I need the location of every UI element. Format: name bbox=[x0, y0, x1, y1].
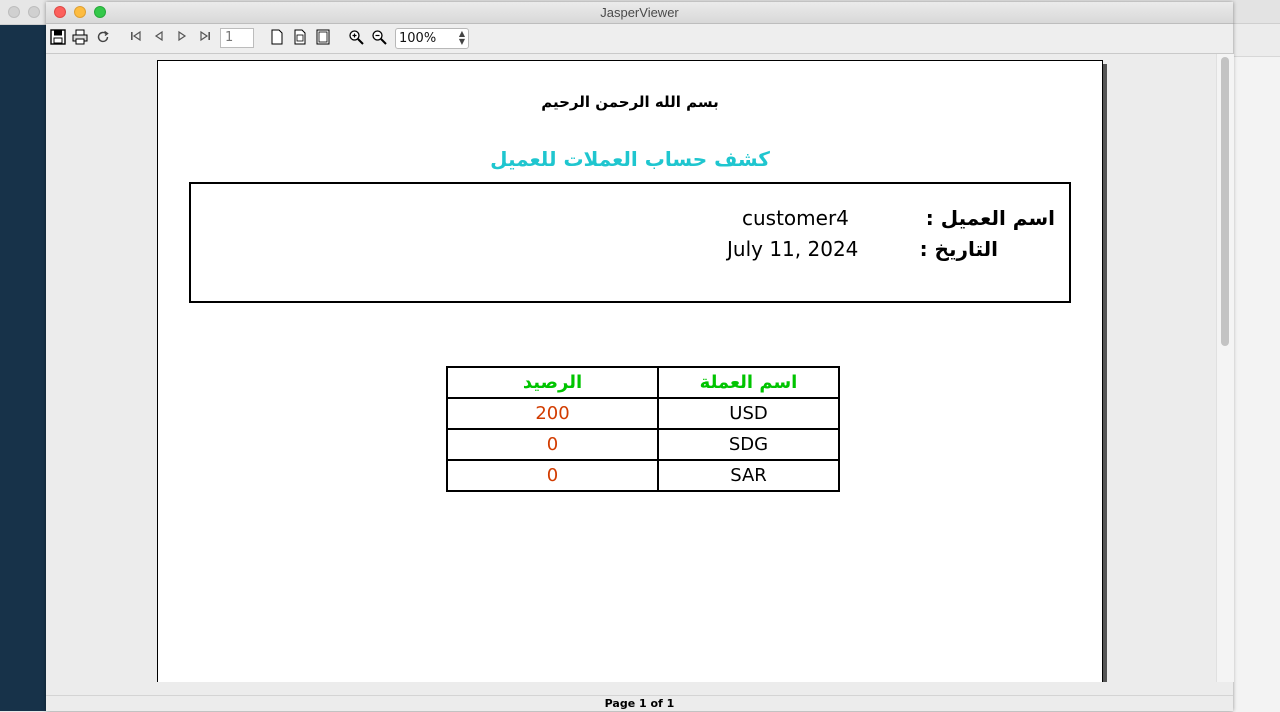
first-page-icon bbox=[131, 30, 141, 42]
currency-cell: USD bbox=[657, 397, 840, 430]
fit-width-button[interactable] bbox=[314, 29, 332, 47]
last-page-icon bbox=[200, 30, 210, 42]
balance-cell: 0 bbox=[446, 459, 659, 492]
table-row: 200 USD bbox=[446, 397, 840, 430]
zoom-in-button[interactable] bbox=[347, 29, 365, 47]
save-button[interactable] bbox=[49, 29, 67, 47]
background-window-titlebar-right bbox=[1233, 0, 1280, 24]
print-icon bbox=[72, 29, 88, 45]
date-value: July 11, 2024 bbox=[727, 237, 859, 261]
currency-balance-table: الرصيد اسم العملة 200 USD 0 SDG 0 SAR bbox=[446, 366, 840, 492]
fit-page-icon bbox=[294, 29, 306, 45]
previous-page-button[interactable] bbox=[150, 29, 168, 47]
zoom-select[interactable]: 100% ▲ ▼ bbox=[395, 28, 469, 49]
scrollbar-thumb[interactable] bbox=[1221, 57, 1229, 346]
currency-cell: SDG bbox=[657, 428, 840, 461]
save-icon bbox=[50, 29, 66, 45]
page-status: Page 1 of 1 bbox=[604, 697, 675, 710]
zoom-out-button[interactable] bbox=[370, 29, 388, 47]
balance-cell: 0 bbox=[446, 428, 659, 461]
date-label: التاريخ : bbox=[919, 237, 998, 261]
next-page-icon bbox=[178, 30, 187, 42]
title-bar[interactable]: JasperViewer bbox=[46, 2, 1233, 24]
inactive-minimize-icon bbox=[28, 6, 40, 18]
inactive-close-icon bbox=[8, 6, 20, 18]
report-viewport: بسم الله الرحمن الرحيم كشف حساب العملات … bbox=[46, 54, 1216, 682]
toolbar: 1 100% ▲ ▼ bbox=[46, 24, 1233, 54]
actual-size-button[interactable] bbox=[268, 29, 286, 47]
jasper-viewer-window: JasperViewer 1 100% ▲ ▼ بسم الله الرحمن … bbox=[46, 2, 1234, 711]
next-page-button[interactable] bbox=[173, 29, 191, 47]
fit-width-icon bbox=[316, 29, 330, 45]
window-title: JasperViewer bbox=[600, 5, 679, 20]
fit-page-button[interactable] bbox=[291, 29, 309, 47]
table-row: 0 SAR bbox=[446, 459, 840, 492]
background-window bbox=[1233, 0, 1280, 712]
first-page-button[interactable] bbox=[127, 29, 145, 47]
customer-value: customer4 bbox=[742, 206, 849, 230]
table-header-row: الرصيد اسم العملة bbox=[446, 366, 840, 399]
reload-icon bbox=[97, 30, 109, 43]
vertical-scrollbar[interactable] bbox=[1216, 54, 1234, 682]
status-bar: Page 1 of 1 bbox=[46, 683, 1233, 711]
previous-page-icon bbox=[154, 30, 163, 42]
customer-label: اسم العميل : bbox=[925, 206, 1055, 230]
zoom-value: 100% bbox=[399, 31, 437, 46]
balance-header: الرصيد bbox=[446, 366, 659, 399]
page-number-input[interactable]: 1 bbox=[220, 28, 254, 48]
chevron-up-down-icon: ▲ ▼ bbox=[458, 29, 465, 46]
zoom-out-icon bbox=[372, 30, 387, 45]
print-button[interactable] bbox=[71, 29, 89, 47]
desktop-background bbox=[0, 23, 46, 711]
zoom-in-icon bbox=[349, 30, 364, 45]
currency-header: اسم العملة bbox=[657, 366, 840, 399]
balance-cell: 200 bbox=[446, 397, 659, 430]
last-page-button[interactable] bbox=[196, 29, 214, 47]
background-window-panel bbox=[1233, 56, 1280, 712]
currency-cell: SAR bbox=[657, 459, 840, 492]
status-divider bbox=[46, 695, 1233, 696]
reload-button[interactable] bbox=[94, 29, 112, 47]
report-title: كشف حساب العملات للعميل bbox=[490, 147, 770, 171]
customer-info-box: اسم العميل : customer4 التاريخ : July 11… bbox=[189, 182, 1071, 303]
actual-size-icon bbox=[271, 29, 283, 45]
background-window-titlebar bbox=[0, 0, 46, 25]
table-row: 0 SDG bbox=[446, 428, 840, 461]
report-page: بسم الله الرحمن الرحيم كشف حساب العملات … bbox=[157, 60, 1103, 682]
bismillah-header: بسم الله الرحمن الرحيم bbox=[541, 93, 719, 111]
